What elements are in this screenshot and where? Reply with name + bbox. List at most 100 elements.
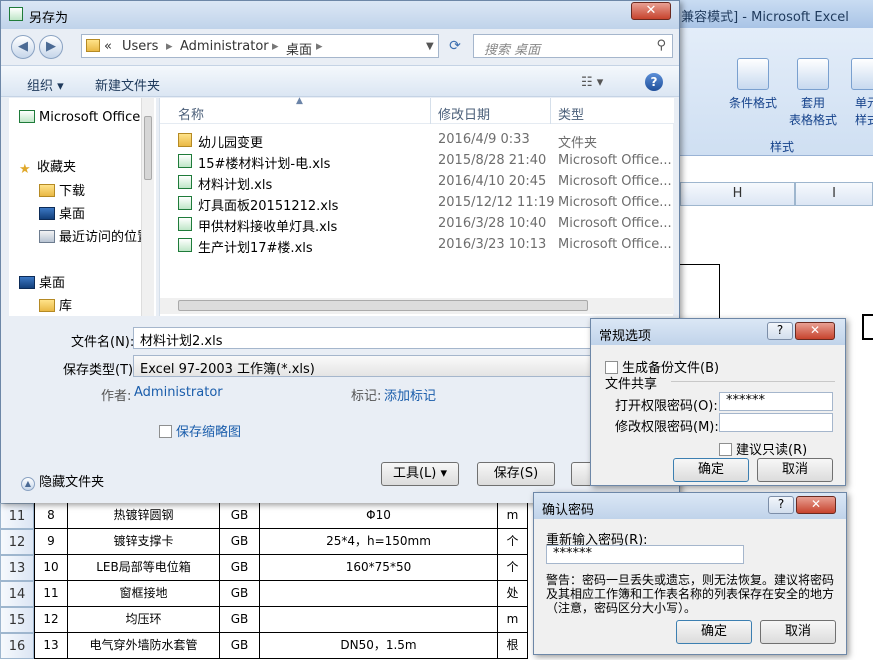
filename-input[interactable]: 材料计划2.xls [133,327,603,349]
scrollbar-thumb[interactable] [144,116,152,180]
cell-name[interactable]: 热镀锌圆钢 [68,503,220,529]
options-title: 常规选项 [599,329,652,344]
grid-cell-block[interactable] [680,264,720,319]
horizontal-scrollbar[interactable] [160,298,674,314]
help-icon[interactable]: ? [645,73,663,91]
open-password-input[interactable]: ****** [719,392,833,411]
cell-idx[interactable]: 12 [34,607,68,633]
nav-libraries[interactable]: 库 [39,295,72,314]
file-row[interactable]: 甲供材料接收单灯具.xls 2016/3/28 10:40 Microsoft Of… [178,214,672,235]
cell-spec[interactable] [260,607,498,633]
cell-name[interactable]: 均压环 [68,607,220,633]
file-row[interactable]: 灯具面板20151212.xls 2015/12/12 11:19 Microsof… [178,193,672,214]
cell-name[interactable]: 镀锌支撑卡 [68,529,220,555]
close-button[interactable]: ✕ [795,322,835,340]
cell-std[interactable]: GB [220,555,260,581]
hide-folders-toggle[interactable]: ▲ 隐藏文件夹 [21,471,104,491]
column-date[interactable]: 修改日期 [438,104,490,123]
help-button[interactable]: ? [768,496,794,514]
nav-desktop[interactable]: 桌面 [39,203,85,222]
cell-spec[interactable] [260,581,498,607]
options-titlebar: 常规选项 ? ✕ [591,319,845,345]
cell-unit[interactable]: m [498,607,528,633]
cell-spec[interactable]: DN50，1.5m [260,633,498,659]
row-header[interactable]: 15 [0,607,34,633]
column-type[interactable]: 类型 [558,104,584,123]
cell-unit[interactable]: 个 [498,555,528,581]
cell-idx[interactable]: 8 [34,503,68,529]
conditional-format-button[interactable]: 条件格式 [724,58,782,111]
cell-unit[interactable]: 处 [498,581,528,607]
tools-menu-button[interactable]: 工具(L) ▾ [381,462,459,486]
row-header[interactable]: 14 [0,581,34,607]
cell-name[interactable]: LEB局部等电位箱 [68,555,220,581]
cell-idx[interactable]: 10 [34,555,68,581]
file-row[interactable]: 幼儿园变更 2016/4/9 0:33 文件夹 [178,130,668,151]
nav-scrollbar[interactable] [141,98,154,316]
breadcrumb-overflow[interactable]: « [104,39,112,54]
format-as-table-button[interactable]: 套用 表格格式 [784,58,842,128]
help-button[interactable]: ? [767,322,793,340]
row-header[interactable]: 13 [0,555,34,581]
new-folder-button[interactable]: 新建文件夹 [95,75,160,94]
nav-downloads[interactable]: 下载 [39,180,85,199]
cell-unit[interactable]: m [498,503,528,529]
cell-idx[interactable]: 13 [34,633,68,659]
address-bar[interactable]: « Users ▸ Administrator ▸ 桌面 ▸ ▼ [81,34,439,58]
cell-spec[interactable]: 160*75*50 [260,555,498,581]
confirm-cancel-button[interactable]: 取消 [760,620,836,644]
filetype-select[interactable]: Excel 97-2003 工作簿(*.xls) [133,355,603,377]
nav-recent-places[interactable]: 最近访问的位置 [39,226,150,245]
chevron-down-icon[interactable]: ▼ [426,41,434,52]
cell-spec[interactable]: Φ10 [260,503,498,529]
row-header[interactable]: 16 [0,633,34,659]
view-options-icon[interactable]: ☷ ▾ [581,75,603,90]
cell-unit[interactable]: 个 [498,529,528,555]
confirm-ok-button[interactable]: 确定 [676,620,752,644]
cell-std[interactable]: GB [220,503,260,529]
reenter-password-input[interactable]: ****** [546,545,744,564]
cell-spec[interactable]: 25*4，h=150mm [260,529,498,555]
nav-favorites[interactable]: ★ 收藏夹 [19,156,76,177]
cell-name[interactable]: 窗框接地 [68,581,220,607]
organize-menu[interactable]: 组织 ▾ [27,75,64,94]
cell-std[interactable]: GB [220,633,260,659]
author-value[interactable]: Administrator [134,385,223,400]
breadcrumb-users[interactable]: Users [122,39,158,54]
breadcrumb-desktop[interactable]: 桌面 [286,39,312,58]
options-ok-button[interactable]: 确定 [673,458,749,482]
file-row[interactable]: 15#楼材料计划-电.xls 2015/8/28 21:40 Microsoft O… [178,151,672,172]
save-button[interactable]: 保存(S) [477,462,555,486]
nav-desktop-root[interactable]: 桌面 [19,272,65,291]
cell-name[interactable]: 电气穿外墙防水套管 [68,633,220,659]
search-input[interactable]: 搜索 桌面 ⚲ [473,34,673,58]
cell-idx[interactable]: 9 [34,529,68,555]
cell-idx[interactable]: 11 [34,581,68,607]
tags-value[interactable]: 添加标记 [384,385,436,404]
cell-std[interactable]: GB [220,581,260,607]
column-name[interactable]: 名称 [178,104,204,123]
close-button[interactable]: ✕ [796,496,836,514]
active-cell[interactable] [862,314,873,340]
close-button[interactable]: ✕ [631,2,671,20]
row-header[interactable]: 11 [0,503,34,529]
save-thumbnail-checkbox[interactable]: 保存缩略图 [159,421,241,440]
breadcrumb-administrator[interactable]: Administrator [180,39,269,54]
options-cancel-button[interactable]: 取消 [757,458,833,482]
row-header[interactable]: 12 [0,529,34,555]
cell-std[interactable]: GB [220,529,260,555]
column-header-h[interactable]: H [680,182,795,206]
nav-microsoft-office[interactable]: Microsoft Office [19,110,140,125]
scrollbar-thumb[interactable] [178,300,588,311]
modify-password-input[interactable] [719,413,833,432]
refresh-icon[interactable]: ⟳ [443,35,467,57]
file-row[interactable]: 生产计划17#楼.xls 2016/3/23 10:13 Microsoft Off… [178,235,672,256]
readonly-recommended-checkbox[interactable]: 建议只读(R) [719,439,807,458]
back-button[interactable]: ◀ [11,35,35,59]
forward-button[interactable]: ▶ [39,35,63,59]
file-row[interactable]: 材料计划.xls 2016/4/10 20:45 Microsoft Office.… [178,172,672,193]
cell-unit[interactable]: 根 [498,633,528,659]
cell-std[interactable]: GB [220,607,260,633]
cell-styles-button[interactable]: 单元 样式 [838,58,873,128]
column-header-i[interactable]: I [795,182,873,206]
